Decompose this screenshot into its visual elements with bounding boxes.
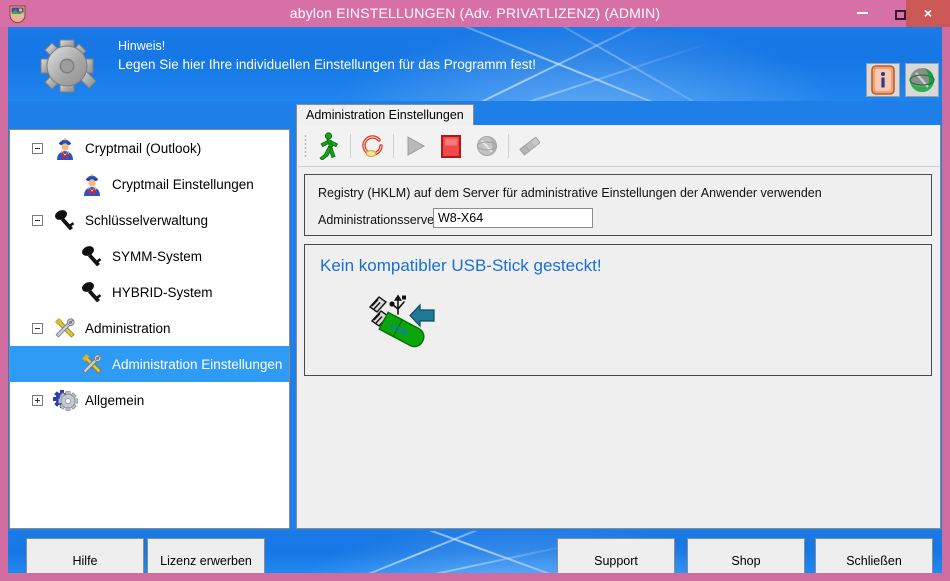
footer-swoosh: [340, 541, 586, 573]
info-button[interactable]: [866, 63, 900, 97]
tree-item-administration[interactable]: Administration: [10, 310, 289, 346]
tools-icon: [52, 315, 78, 341]
tools-icon: [79, 351, 105, 377]
toolbar: [298, 126, 940, 167]
tree-item-label: SYMM-System: [112, 248, 203, 264]
policeman-icon: [79, 171, 105, 197]
help-button[interactable]: Hilfe: [26, 538, 144, 573]
collapse-icon[interactable]: [32, 214, 43, 226]
globe-sync-icon: [469, 129, 505, 163]
tab-pane: Registry (HKLM) auf dem Server für admin…: [296, 125, 941, 529]
close-button[interactable]: Schließen: [815, 538, 933, 573]
tree-item-schluesselverwaltung[interactable]: Schlüsselverwaltung: [10, 202, 289, 238]
tree-item-symm-system[interactable]: SYMM-System: [10, 238, 289, 274]
shop-button[interactable]: Shop: [687, 538, 805, 573]
toolbar-grip[interactable]: [304, 134, 307, 158]
toolbar-separator: [350, 134, 351, 158]
run-figure-icon[interactable]: [311, 129, 347, 163]
banner-line2: Legen Sie hier Ihre individuellen Einste…: [118, 57, 536, 72]
navigation-tree[interactable]: Cryptmail (Outlook) Cryptmail Einstellun…: [9, 129, 290, 529]
gear-icon: [36, 35, 98, 97]
stop-icon[interactable]: [433, 129, 469, 163]
usb-status-message: Kein kompatibler USB-Stick gesteckt!: [320, 256, 602, 275]
banner-line1: Hinweis!: [118, 39, 166, 53]
tree-item-label: Administration: [85, 320, 171, 336]
key-icon: [79, 279, 105, 305]
settings-panel: Administration Einstellungen Registry (H…: [296, 101, 941, 531]
key-icon: [52, 207, 78, 233]
refresh-icon[interactable]: [354, 129, 390, 163]
tree-item-label: Schlüsselverwaltung: [85, 212, 209, 228]
window-title: abylon EINSTELLUNGEN (Adv. PRIVATLIZENZ)…: [289, 5, 661, 21]
usb-stick-icon: USB: [367, 291, 437, 353]
minimize-button[interactable]: [843, 0, 881, 27]
header-banner: Hinweis! Legen Sie hier Ihre individuell…: [8, 27, 942, 101]
tree-item-label: HYBRID-System: [112, 284, 213, 300]
tab-strip: Administration Einstellungen: [296, 104, 941, 126]
eraser-icon: [512, 129, 548, 163]
registry-group: Registry (HKLM) auf dem Server für admin…: [304, 174, 932, 236]
toolbar-separator: [393, 134, 394, 158]
tree-item-label: Cryptmail (Outlook): [85, 140, 202, 156]
title-bar: abylon EINSTELLUNGEN (Adv. PRIVATLIZENZ)…: [0, 0, 950, 27]
tree-item-administration-einstellungen[interactable]: Administration Einstellungen: [10, 346, 289, 382]
tree-item-cryptmail-einstellungen[interactable]: Cryptmail Einstellungen: [10, 166, 289, 202]
tab-administration-einstellungen[interactable]: Administration Einstellungen: [296, 104, 474, 126]
usb-status-group: Kein kompatibler USB-Stick gesteckt! USB: [304, 244, 932, 376]
gears-icon: [52, 387, 78, 413]
footer-swoosh: [269, 531, 567, 573]
close-window-button[interactable]: ×: [906, 0, 950, 27]
tree-item-label: Administration Einstellungen: [112, 356, 283, 372]
tree-item-cryptmail-outlook[interactable]: Cryptmail (Outlook): [10, 130, 289, 166]
close-icon: ×: [923, 5, 933, 21]
tree-item-hybrid-system[interactable]: HYBRID-System: [10, 274, 289, 310]
collapse-icon[interactable]: [32, 142, 43, 154]
tree-item-allgemein[interactable]: Allgemein: [10, 382, 289, 418]
toolbar-separator: [508, 134, 509, 158]
globe-button[interactable]: [905, 63, 939, 97]
license-button[interactable]: Lizenz erwerben: [147, 538, 265, 573]
tree-item-label: Cryptmail Einstellungen: [112, 176, 254, 192]
registry-description: Registry (HKLM) auf dem Server für admin…: [318, 186, 822, 200]
body-area: Cryptmail (Outlook) Cryptmail Einstellun…: [8, 101, 942, 531]
play-icon: [397, 129, 433, 163]
expand-icon[interactable]: [32, 394, 43, 406]
support-button[interactable]: Support: [557, 538, 675, 573]
collapse-icon[interactable]: [32, 322, 43, 334]
server-label: Administrationsserver:: [318, 213, 442, 227]
banner-text: Hinweis! Legen Sie hier Ihre individuell…: [118, 38, 536, 75]
footer-bar: Hilfe Lizenz erwerben Support Shop Schli…: [8, 531, 942, 573]
administration-server-input[interactable]: [433, 208, 593, 228]
client-area: Hinweis! Legen Sie hier Ihre individuell…: [8, 27, 942, 573]
key-icon: [79, 243, 105, 269]
policeman-icon: [52, 135, 78, 161]
tree-item-label: Allgemein: [85, 392, 145, 408]
application-window: abylon EINSTELLUNGEN (Adv. PRIVATLIZENZ)…: [0, 0, 950, 581]
